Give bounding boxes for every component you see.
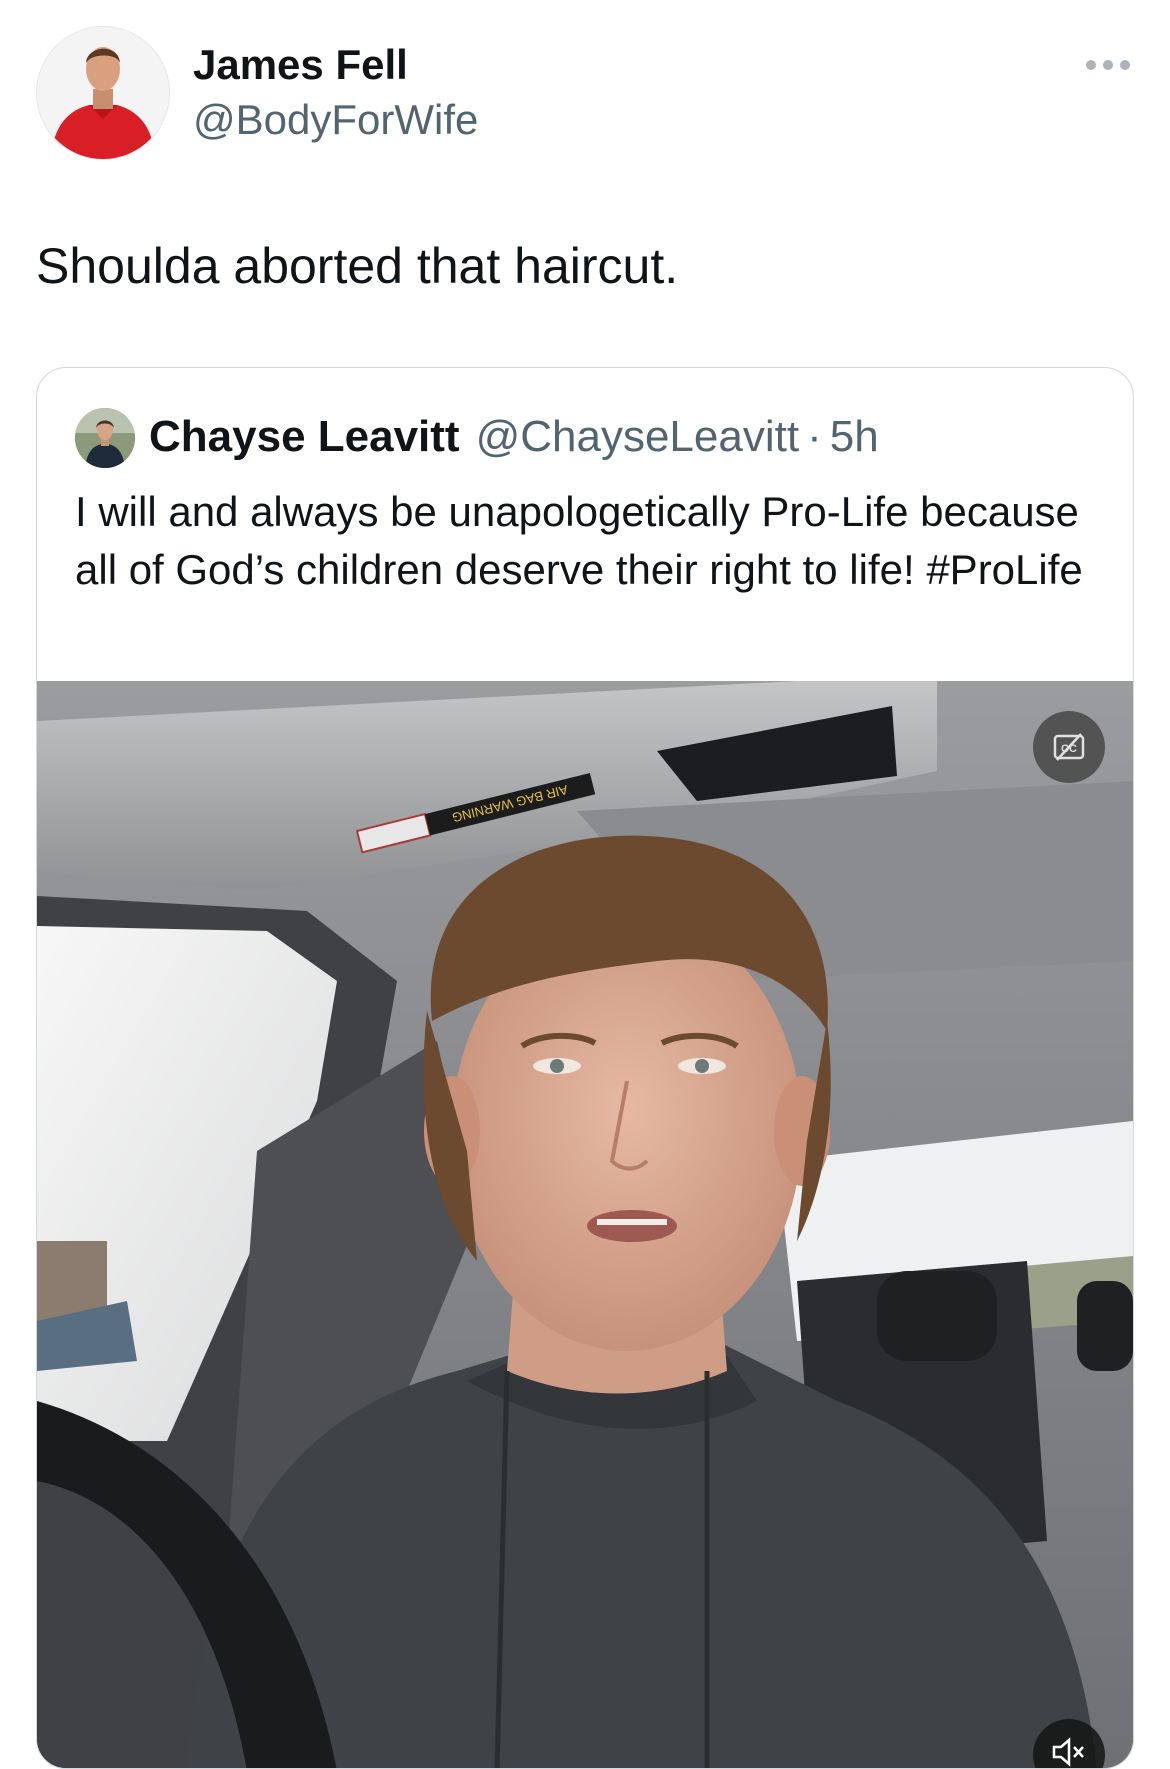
quoted-tweet[interactable]: Chayse Leavitt @ChayseLeavitt · 5h I wil… (36, 367, 1134, 1769)
ellipsis-icon (1086, 60, 1130, 70)
quoted-author-avatar[interactable] (75, 408, 135, 468)
quoted-text: I will and always be unapologetically Pr… (75, 483, 1105, 599)
quoted-timestamp[interactable]: 5h (830, 412, 879, 462)
speaker-muted-icon (1052, 1737, 1084, 1767)
quoted-author-name[interactable]: Chayse Leavitt (149, 412, 460, 462)
tweet: James Fell @BodyForWife Shoulda aborted … (0, 0, 1170, 1769)
author-avatar[interactable] (36, 26, 170, 160)
author-name[interactable]: James Fell (193, 40, 408, 90)
video-player[interactable]: AIR BAG WARNING CC (37, 681, 1133, 1768)
quoted-author-handle[interactable]: @ChayseLeavitt (476, 412, 800, 462)
author-handle[interactable]: @BodyForWife (193, 95, 478, 145)
separator-dot: · (807, 412, 822, 461)
quoted-header: Chayse Leavitt @ChayseLeavitt · 5h (149, 412, 879, 466)
captions-button[interactable]: CC (1033, 711, 1105, 783)
captions-off-icon: CC (1053, 733, 1085, 761)
more-options-button[interactable] (1078, 50, 1138, 80)
hashtag-link[interactable]: #ProLife (926, 546, 1082, 593)
tweet-text: Shoulda aborted that haircut. (36, 238, 679, 294)
